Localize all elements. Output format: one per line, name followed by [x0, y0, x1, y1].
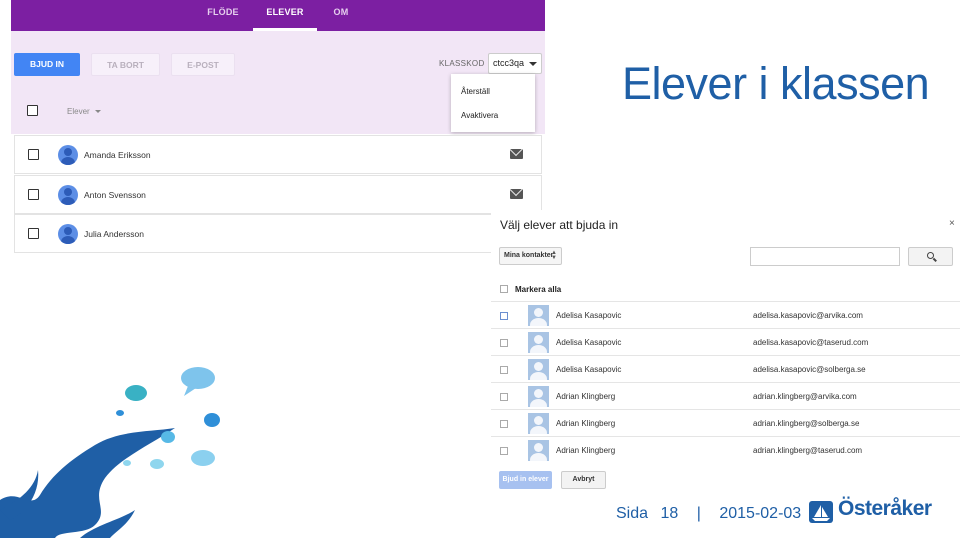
- profile-picture: [528, 305, 549, 326]
- contact-name: Adrian Klingberg: [556, 446, 616, 455]
- tab-elever[interactable]: ELEVER: [253, 0, 317, 31]
- avatar: [58, 185, 78, 205]
- close-icon[interactable]: ×: [949, 218, 955, 229]
- updown-arrows-icon: ▲ ▼: [551, 250, 557, 261]
- footer-date: 2015-02-03: [719, 505, 802, 522]
- student-checkbox[interactable]: [28, 189, 39, 200]
- tab-flode[interactable]: FLÖDE: [194, 0, 252, 31]
- students-sort-header[interactable]: Elever: [67, 107, 101, 116]
- student-checkbox[interactable]: [28, 149, 39, 160]
- contact-email: adrian.klingberg@solberga.se: [753, 419, 860, 428]
- student-row[interactable]: Amanda Eriksson: [14, 135, 542, 174]
- select-all-label: Markera alla: [515, 285, 562, 294]
- contact-email: adelisa.kasapovic@solberga.se: [753, 365, 866, 374]
- contact-row[interactable]: Adelisa Kasapovic adelisa.kasapovic@tase…: [491, 328, 960, 355]
- contact-name: Adelisa Kasapovic: [556, 338, 622, 347]
- cancel-button[interactable]: Avbryt: [561, 471, 606, 489]
- contact-email: adelisa.kasapovic@arvika.com: [753, 311, 863, 320]
- menu-item-deactivate[interactable]: Avaktivera: [461, 111, 498, 120]
- mail-icon[interactable]: [510, 189, 523, 199]
- search-button[interactable]: [908, 247, 953, 266]
- contact-row[interactable]: Adrian Klingberg adrian.klingberg@solber…: [491, 409, 960, 436]
- contact-name: Adelisa Kasapovic: [556, 365, 622, 374]
- contact-name: Adelisa Kasapovic: [556, 311, 622, 320]
- class-code-menu: Återställ Avaktivera: [451, 74, 535, 132]
- contacts-select-label: Mina kontakter: [504, 252, 554, 259]
- invite-students-button[interactable]: Bjud in elever: [499, 471, 552, 489]
- footer-separator: |: [696, 505, 701, 522]
- contact-row[interactable]: Adelisa Kasapovic adelisa.kasapovic@arvi…: [491, 301, 960, 328]
- remove-button[interactable]: TA BORT: [91, 53, 160, 76]
- student-name: Julia Andersson: [84, 229, 145, 239]
- slide-title: Elever i klassen: [622, 58, 930, 109]
- contact-checkbox[interactable]: [500, 393, 508, 401]
- tab-om[interactable]: OM: [321, 0, 361, 31]
- class-code-label: KLASSKOD: [439, 59, 485, 68]
- caret-down-icon: [529, 62, 537, 66]
- avatar: [58, 145, 78, 165]
- contact-email: adrian.klingberg@taserud.com: [753, 446, 863, 455]
- invite-button[interactable]: BJUD IN: [14, 53, 80, 76]
- profile-picture: [528, 386, 549, 407]
- profile-picture: [528, 440, 549, 461]
- menu-item-reset[interactable]: Återställ: [461, 87, 490, 96]
- student-name: Anton Svensson: [84, 190, 146, 200]
- contacts-select[interactable]: Mina kontakter ▲ ▼: [499, 247, 562, 265]
- student-row[interactable]: Julia Andersson: [14, 214, 542, 253]
- avatar: [58, 224, 78, 244]
- profile-picture: [528, 413, 549, 434]
- contact-email: adelisa.kasapovic@taserud.com: [753, 338, 869, 347]
- contact-name: Adrian Klingberg: [556, 419, 616, 428]
- logo-text: Österåker: [838, 497, 932, 520]
- students-header-label: Elever: [67, 107, 90, 116]
- invite-dialog: Välj elever att bjuda in × Mina kontakte…: [491, 210, 960, 500]
- student-row[interactable]: Anton Svensson: [14, 175, 542, 214]
- profile-picture: [528, 332, 549, 353]
- footer-page-number: 18: [660, 505, 679, 522]
- email-button[interactable]: E-POST: [171, 53, 235, 76]
- search-input[interactable]: [750, 247, 900, 266]
- footer: Sida 18 | 2015-02-03: [616, 505, 801, 523]
- student-name: Amanda Eriksson: [84, 150, 151, 160]
- contact-checkbox[interactable]: [500, 447, 508, 455]
- class-code-select[interactable]: ctcc3qa: [488, 53, 542, 74]
- profile-picture: [528, 359, 549, 380]
- select-all-checkbox[interactable]: [500, 285, 508, 293]
- classroom-panel: FLÖDE ELEVER OM BJUD IN TA BORT E-POST K…: [11, 0, 545, 256]
- search-icon: [927, 252, 934, 259]
- mail-icon[interactable]: [510, 149, 523, 159]
- contact-row[interactable]: Adrian Klingberg adrian.klingberg@taseru…: [491, 436, 960, 463]
- class-code-value: ctcc3qa: [493, 58, 525, 68]
- contact-checkbox[interactable]: [500, 420, 508, 428]
- sort-caret-icon: [94, 110, 101, 114]
- contact-row[interactable]: Adelisa Kasapovic adelisa.kasapovic@solb…: [491, 355, 960, 382]
- contact-row[interactable]: Adrian Klingberg adrian.klingberg@arvika…: [491, 382, 960, 409]
- student-checkbox[interactable]: [28, 228, 39, 239]
- contact-checkbox[interactable]: [500, 339, 508, 347]
- contact-name: Adrian Klingberg: [556, 392, 616, 401]
- splash-decoration: [0, 367, 220, 538]
- select-all-checkbox[interactable]: [27, 105, 38, 116]
- contact-checkbox[interactable]: [500, 312, 508, 320]
- contact-email: adrian.klingberg@arvika.com: [753, 392, 857, 401]
- top-nav: FLÖDE ELEVER OM: [11, 0, 545, 31]
- contact-checkbox[interactable]: [500, 366, 508, 374]
- dialog-title: Välj elever att bjuda in: [500, 218, 619, 232]
- footer-label: Sida: [616, 505, 649, 522]
